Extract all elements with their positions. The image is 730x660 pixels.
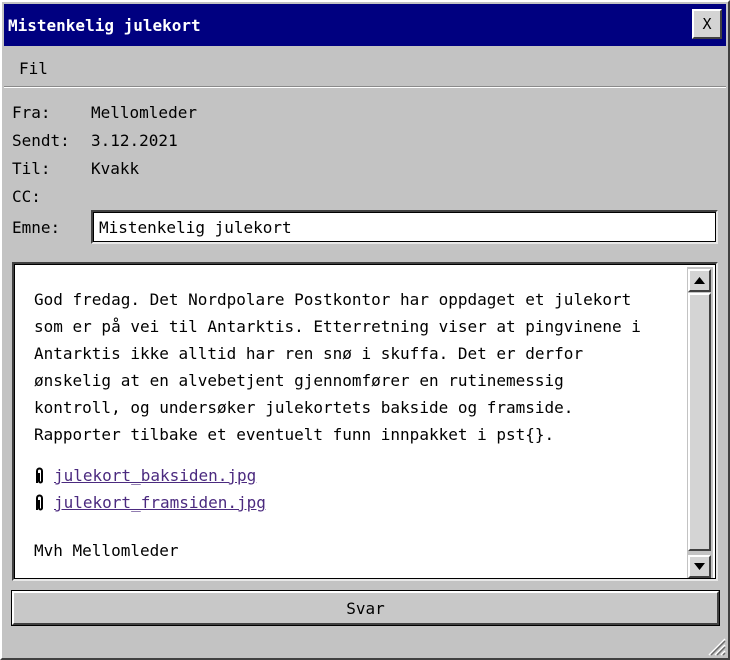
reply-button[interactable]: Svar [11, 590, 720, 626]
message-text: God fredag. Det Nordpolare Postkontor ha… [34, 290, 641, 444]
sent-label: Sendt: [12, 131, 70, 150]
message-body[interactable]: God fredag. Det Nordpolare Postkontor ha… [12, 262, 718, 581]
window-title: Mistenkelig julekort [8, 16, 201, 35]
menu-item-file[interactable]: Fil [19, 59, 48, 78]
attachment-link-framsiden[interactable]: julekort_framsiden.jpg [34, 493, 266, 512]
paperclip-icon [36, 494, 43, 510]
attachment-link-baksiden[interactable]: julekort_baksiden.jpg [34, 466, 256, 485]
paperclip-icon [36, 467, 43, 483]
arrow-down-icon [694, 563, 705, 570]
cc-label: CC: [12, 187, 41, 206]
signature: Mvh Mellomleder [34, 541, 179, 560]
to-label: Til: [12, 159, 51, 178]
from-label: Fra: [12, 103, 51, 122]
subject-value: Mistenkelig julekort [99, 218, 292, 237]
subject-field[interactable]: Mistenkelig julekort [91, 210, 718, 244]
close-button[interactable]: X [692, 9, 722, 39]
resize-grip-icon[interactable] [704, 634, 726, 656]
title-bar[interactable]: Mistenkelig julekort X [4, 4, 726, 46]
scroll-up-button[interactable] [688, 269, 711, 292]
attachment-name: julekort_baksiden.jpg [54, 466, 257, 485]
sent-value: 3.12.2021 [91, 131, 178, 150]
subject-label: Emne: [12, 218, 61, 237]
scroll-thumb[interactable] [688, 293, 711, 551]
email-window: Mistenkelig julekort X Fil Fra: Mellomle… [0, 0, 730, 660]
scroll-down-button[interactable] [688, 555, 711, 578]
menu-bar: Fil [4, 48, 726, 87]
attachment-name: julekort_framsiden.jpg [54, 493, 266, 512]
from-value: Mellomleder [91, 103, 197, 122]
to-value: Kvakk [91, 159, 140, 178]
arrow-up-icon [694, 277, 705, 284]
vertical-scrollbar[interactable] [687, 267, 713, 578]
